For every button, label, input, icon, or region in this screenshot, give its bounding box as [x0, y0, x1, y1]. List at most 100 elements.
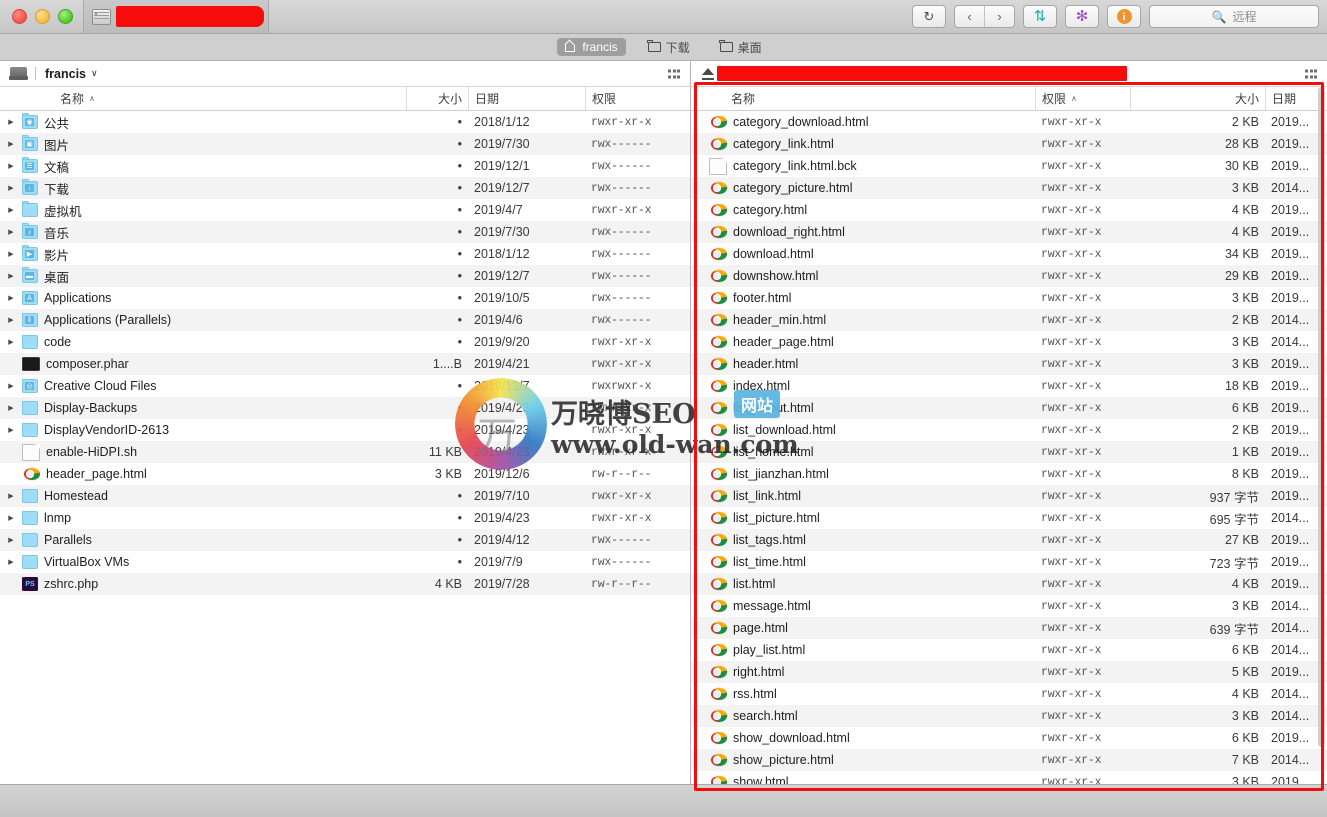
table-row[interactable]: ▶PSzshrc.php4 KB2019/7/28rw-r--r--	[0, 573, 690, 595]
disclosure-triangle-icon[interactable]: ▶	[6, 294, 16, 302]
table-row[interactable]: show_picture.html rwxr-xr-x 7 KB 2014...	[691, 749, 1327, 771]
table-row[interactable]: right.html rwxr-xr-x 5 KB 2019...	[691, 661, 1327, 683]
table-row[interactable]: list_time.html rwxr-xr-x 723 字节 2019...	[691, 551, 1327, 573]
column-header-permissions[interactable]: 权限	[585, 87, 690, 110]
tab-downloads[interactable]: 下载	[640, 37, 698, 58]
disclosure-triangle-icon[interactable]: ▶	[6, 558, 16, 566]
chevron-down-icon[interactable]: ∨	[91, 68, 98, 79]
table-row[interactable]: message.html rwxr-xr-x 3 KB 2014...	[691, 595, 1327, 617]
info-button[interactable]: i	[1107, 5, 1141, 28]
table-row[interactable]: ▶composer.phar 1....B 2019/4/21 rwxr-xr-x	[0, 353, 690, 375]
navigation-buttons[interactable]: ‹ ›	[954, 5, 1015, 28]
table-row[interactable]: play_list.html rwxr-xr-x 6 KB 2014...	[691, 639, 1327, 661]
disclosure-triangle-icon[interactable]: ▶	[6, 250, 16, 258]
table-row[interactable]: footer.html rwxr-xr-x 3 KB 2019...	[691, 287, 1327, 309]
table-row[interactable]: download_right.html rwxr-xr-x 4 KB 2019...	[691, 221, 1327, 243]
disclosure-triangle-icon[interactable]: ▶	[6, 316, 16, 324]
table-row[interactable]: list_home.html rwxr-xr-x 1 KB 2019...	[691, 441, 1327, 463]
disclosure-triangle-icon[interactable]: ▶	[6, 206, 16, 214]
session-tab[interactable]	[83, 0, 269, 33]
table-row[interactable]: ▶ 虚拟机 • 2019/4/7 rwxr-xr-x	[0, 199, 690, 221]
disclosure-triangle-icon[interactable]: ▶	[6, 338, 16, 346]
table-row[interactable]: ▶ A Applications • 2019/10/5 rwx------	[0, 287, 690, 309]
column-header-name[interactable]: 名称	[691, 87, 1035, 110]
table-row[interactable]: ▶ VirtualBox VMs • 2019/7/9 rwx------	[0, 551, 690, 573]
table-row[interactable]: show.html rwxr-xr-x 3 KB 2019...	[691, 771, 1327, 784]
table-row[interactable]: list_about.html rwxr-xr-x 6 KB 2019...	[691, 397, 1327, 419]
table-row[interactable]: ▶ Display-Backups • 2019/4/23 rwxr-xr-x	[0, 397, 690, 419]
table-row[interactable]: ▶ ♪ 音乐 • 2019/7/30 rwx------	[0, 221, 690, 243]
refresh-button[interactable]: ↻	[912, 5, 946, 28]
table-row[interactable]: ▶enable-HiDPI.sh 11 KB 2019/4/23 rwxr-xr-x	[0, 441, 690, 463]
column-header-size[interactable]: 大小	[1130, 87, 1265, 110]
column-header-name[interactable]: 名称 ∧	[0, 87, 406, 110]
table-row[interactable]: list_jianzhan.html rwxr-xr-x 8 KB 2019...	[691, 463, 1327, 485]
disclosure-triangle-icon[interactable]: ▶	[6, 272, 16, 280]
column-header-permissions[interactable]: 权限 ∧	[1035, 87, 1130, 110]
table-row[interactable]: header_page.html rwxr-xr-x 3 KB 2014...	[691, 331, 1327, 353]
table-row[interactable]: index.html rwxr-xr-x 18 KB 2019...	[691, 375, 1327, 397]
table-row[interactable]: ▶ ▣ 图片 • 2019/7/30 rwx------	[0, 133, 690, 155]
table-row[interactable]: ▶ Parallels • 2019/4/12 rwx------	[0, 529, 690, 551]
disclosure-triangle-icon[interactable]: ▶	[6, 140, 16, 148]
disclosure-triangle-icon[interactable]: ▶	[6, 426, 16, 434]
table-row[interactable]: list_tags.html rwxr-xr-x 27 KB 2019...	[691, 529, 1327, 551]
table-row[interactable]: ▶ ▶ 影片 • 2018/1/12 rwx------	[0, 243, 690, 265]
table-row[interactable]: category_download.html rwxr-xr-x 2 KB 2019.…	[691, 111, 1327, 133]
table-row[interactable]: ▶ ▬ 桌面 • 2019/12/7 rwx------	[0, 265, 690, 287]
table-row[interactable]: header.html rwxr-xr-x 3 KB 2019...	[691, 353, 1327, 375]
disclosure-triangle-icon[interactable]: ▶	[6, 228, 16, 236]
disclosure-triangle-icon[interactable]: ▶	[6, 492, 16, 500]
local-file-list[interactable]: ▶ ◉ 公共 • 2018/1/12 rwxr-xr-x ▶ ▣ 图片 • 2019/7/30 rwx…	[0, 111, 690, 784]
table-row[interactable]: category.html rwxr-xr-x 4 KB 2019...	[691, 199, 1327, 221]
disclosure-triangle-icon[interactable]: ▶	[6, 514, 16, 522]
table-row[interactable]: category_link.html rwxr-xr-x 28 KB 2019...	[691, 133, 1327, 155]
remote-file-list[interactable]: category_download.html rwxr-xr-x 2 KB 2019.…	[691, 111, 1327, 784]
table-row[interactable]: list.html rwxr-xr-x 4 KB 2019...	[691, 573, 1327, 595]
disclosure-triangle-icon[interactable]: ▶	[6, 404, 16, 412]
zoom-button[interactable]	[58, 9, 73, 24]
table-row[interactable]: ▶ ‖ Applications (Parallels) • 2019/4/6 rwx--…	[0, 309, 690, 331]
settings-button[interactable]: ✻	[1065, 5, 1099, 28]
table-row[interactable]: category_picture.html rwxr-xr-x 3 KB 2014..…	[691, 177, 1327, 199]
table-row[interactable]: ▶ Homestead • 2019/7/10 rwxr-xr-x	[0, 485, 690, 507]
table-row[interactable]: ▶ code • 2019/9/20 rwxr-xr-x	[0, 331, 690, 353]
disclosure-triangle-icon[interactable]: ▶	[6, 162, 16, 170]
table-row[interactable]: header_min.html rwxr-xr-x 2 KB 2014...	[691, 309, 1327, 331]
grid-view-icon[interactable]	[1305, 69, 1317, 78]
table-row[interactable]: search.html rwxr-xr-x 3 KB 2014...	[691, 705, 1327, 727]
table-row[interactable]: ▶ ◉ 公共 • 2018/1/12 rwxr-xr-x	[0, 111, 690, 133]
table-row[interactable]: download.html rwxr-xr-x 34 KB 2019...	[691, 243, 1327, 265]
table-row[interactable]: ▶ ☰ 文稿 • 2019/12/1 rwx------	[0, 155, 690, 177]
forward-button[interactable]: ›	[985, 6, 1014, 27]
table-row[interactable]: ▶ lnmp • 2019/4/23 rwxr-xr-x	[0, 507, 690, 529]
disclosure-triangle-icon[interactable]: ▶	[6, 382, 16, 390]
grid-view-icon[interactable]	[668, 69, 680, 78]
minimize-button[interactable]	[35, 9, 50, 24]
column-header-date[interactable]: 日期	[468, 87, 585, 110]
table-row[interactable]: list_download.html rwxr-xr-x 2 KB 2019...	[691, 419, 1327, 441]
disclosure-triangle-icon[interactable]: ▶	[6, 184, 16, 192]
table-row[interactable]: page.html rwxr-xr-x 639 字节 2014...	[691, 617, 1327, 639]
tab-desktop[interactable]: 桌面	[712, 37, 770, 58]
local-path-label[interactable]: francis	[45, 67, 86, 81]
table-row[interactable]: rss.html rwxr-xr-x 4 KB 2014...	[691, 683, 1327, 705]
table-row[interactable]: downshow.html rwxr-xr-x 29 KB 2019...	[691, 265, 1327, 287]
table-row[interactable]: list_picture.html rwxr-xr-x 695 字节 2014...	[691, 507, 1327, 529]
close-button[interactable]	[12, 9, 27, 24]
table-row[interactable]: ▶ DisplayVendorID-2613 • 2019/4/23 rwxr-xr-x	[0, 419, 690, 441]
disclosure-triangle-icon[interactable]: ▶	[6, 536, 16, 544]
table-row[interactable]: ▶ ◎ Creative Cloud Files • 2019/12/7 rwxrwxr-…	[0, 375, 690, 397]
tab-francis[interactable]: francis	[557, 38, 626, 56]
search-input[interactable]: 🔍 远程	[1149, 5, 1319, 28]
table-row[interactable]: list_link.html rwxr-xr-x 937 字节 2019...	[691, 485, 1327, 507]
vertical-scrollbar[interactable]	[1318, 87, 1325, 747]
back-button[interactable]: ‹	[955, 6, 985, 27]
table-row[interactable]: category_link.html.bck rwxr-xr-x 30 KB 2019…	[691, 155, 1327, 177]
table-row[interactable]: ▶ ↓ 下载 • 2019/12/7 rwx------	[0, 177, 690, 199]
column-header-size[interactable]: 大小	[406, 87, 468, 110]
transfer-queue-button[interactable]: ⇅	[1023, 5, 1057, 28]
disclosure-triangle-icon[interactable]: ▶	[6, 118, 16, 126]
table-row[interactable]: ▶header_page.html 3 KB 2019/12/6 rw-r--r--	[0, 463, 690, 485]
table-row[interactable]: show_download.html rwxr-xr-x 6 KB 2019...	[691, 727, 1327, 749]
